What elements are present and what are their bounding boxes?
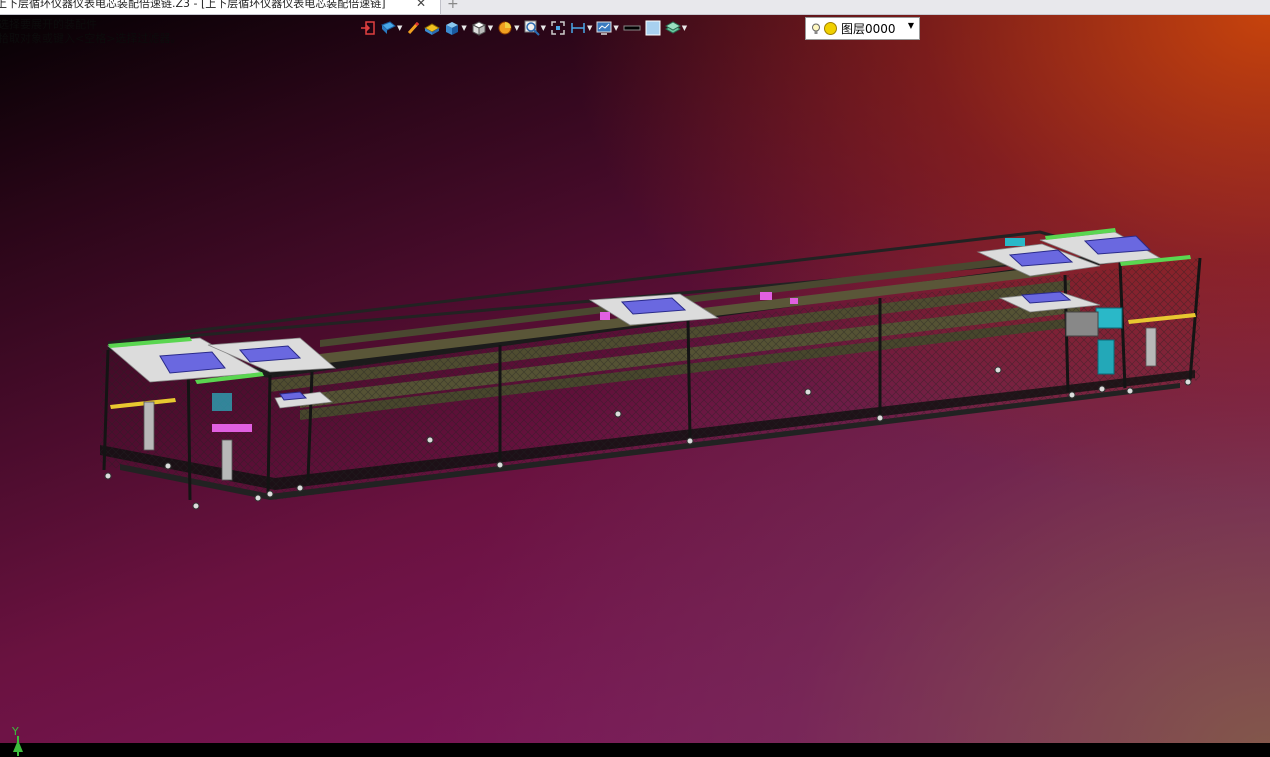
close-icon[interactable]: ✕	[416, 0, 426, 10]
line-color-icon[interactable]	[623, 19, 641, 37]
layer-name: 图层0000	[841, 22, 896, 36]
view-cube-icon[interactable]: ▼	[471, 19, 493, 37]
command-prompt: 选择要展开的装配件 拾取对象或键入<空格>选择过滤器。	[0, 18, 181, 46]
layer-stack-icon[interactable]: ▼	[664, 19, 687, 37]
document-tab[interactable]: 上下层循环仪器仪表电芯装配倍速链.Z3 - [上下层循环仪器仪表电芯装配倍速链]…	[0, 0, 441, 14]
pie-style-icon[interactable]: ▼	[497, 19, 520, 37]
new-tab-button[interactable]: +	[447, 0, 459, 12]
view-orient-icon[interactable]: ▼	[380, 19, 402, 37]
conveyor-assembly-model[interactable]	[0, 14, 1270, 743]
axis-triad: Y	[11, 725, 23, 756]
fit-view-icon[interactable]	[550, 19, 566, 37]
sketch-pen-icon[interactable]	[406, 19, 420, 37]
exit-icon[interactable]	[360, 19, 376, 37]
layer-color-icon	[824, 22, 837, 35]
prompt-line-2: 拾取对象或键入<空格>选择过滤器。	[0, 32, 182, 45]
layer-select[interactable]: 图层0000 ▼	[805, 17, 920, 40]
fill-color-icon[interactable]	[645, 19, 661, 37]
lightbulb-icon[interactable]	[811, 23, 821, 35]
prompt-line-1: 选择要展开的装配件	[0, 18, 97, 31]
chevron-down-icon[interactable]: ▼	[908, 21, 914, 30]
zoom-icon[interactable]: ▼	[524, 19, 546, 37]
y-axis-label: Y	[11, 725, 19, 738]
monitor-icon[interactable]: ▼	[596, 19, 619, 37]
view-toolbar: ▼ ▼ ▼ ▼ ▼ ▼ ▼ ▼	[360, 18, 691, 38]
shaded-icon[interactable]	[424, 19, 441, 37]
3d-viewport[interactable]: Y	[0, 14, 1270, 756]
document-tab-bar: 上下层循环仪器仪表电芯装配倍速链.Z3 - [上下层循环仪器仪表电芯装配倍速链]…	[0, 0, 1270, 15]
dimension-icon[interactable]: ▼	[570, 19, 592, 37]
cube-display-icon[interactable]: ▼	[444, 19, 467, 37]
tab-title: 上下层循环仪器仪表电芯装配倍速链.Z3 - [上下层循环仪器仪表电芯装配倍速链]	[0, 0, 386, 10]
